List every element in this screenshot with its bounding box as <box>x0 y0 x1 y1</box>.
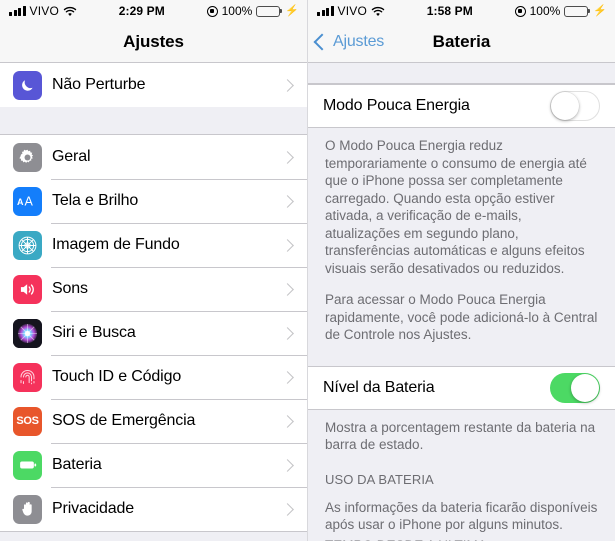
battery-percent-label: 100% <box>529 4 561 18</box>
chevron-right-icon <box>281 370 294 384</box>
battery-icon <box>564 5 589 17</box>
battery-level-description: Mostra a porcentagem restante da bateria… <box>308 409 615 454</box>
sidebar-item-label: Sons <box>52 280 88 297</box>
sidebar-item-battery[interactable]: Bateria <box>0 443 307 487</box>
carrier-label: VIVO <box>337 4 367 18</box>
clock-label: 1:58 PM <box>426 4 473 18</box>
battery-level-row[interactable]: Nível da Bateria <box>308 365 615 410</box>
status-bar-left-group: VIVO <box>317 4 385 18</box>
status-bar-right-group: 100% ⚡ <box>206 4 299 18</box>
sos-icon-label: SOS <box>16 415 39 427</box>
low-power-mode-description-2: Para acessar o Modo Pouca Energia rapida… <box>308 277 615 344</box>
nav-bar-settings: Ajustes <box>0 22 307 63</box>
wallpaper-icon <box>13 230 42 260</box>
sidebar-item-touch-id-passcode[interactable]: Touch ID e Código <box>0 355 307 399</box>
sidebar-item-label: Privacidade <box>52 500 134 517</box>
low-power-mode-label: Modo Pouca Energia <box>323 97 470 114</box>
back-button-label: Ajustes <box>333 33 385 50</box>
sidebar-item-sounds[interactable]: Sons <box>0 267 307 311</box>
carrier-label: VIVO <box>29 4 59 18</box>
settings-group-1: Não Perturbe <box>0 63 307 107</box>
dual-screenshot-container: VIVO 2:29 PM 100% ⚡ Ajustes Não Perturbe… <box>0 0 615 541</box>
status-bar-right-group: 100% ⚡ <box>514 4 607 18</box>
lightning-bolt-icon: ⚡ <box>593 4 607 17</box>
sidebar-item-general[interactable]: Geral <box>0 135 307 179</box>
low-power-mode-toggle[interactable] <box>550 91 600 121</box>
battery-icon <box>256 5 281 17</box>
bottom-gap <box>0 531 307 541</box>
chevron-right-icon <box>281 150 294 164</box>
sidebar-item-label: Tela e Brilho <box>52 192 139 209</box>
chevron-right-icon <box>281 194 294 208</box>
back-button[interactable]: Ajustes <box>313 33 385 51</box>
status-bar-left-group: VIVO <box>9 4 77 18</box>
moon-icon <box>13 70 42 100</box>
battery-percent-label: 100% <box>221 4 253 18</box>
sidebar-item-display-brightness[interactable]: A A Tela e Brilho <box>0 179 307 223</box>
gear-icon <box>13 142 42 172</box>
sos-icon: SOS <box>13 406 42 436</box>
battery-icon <box>13 450 42 480</box>
lightning-bolt-icon: ⚡ <box>285 4 299 17</box>
chevron-right-icon <box>281 326 294 340</box>
sidebar-item-label: Bateria <box>52 456 102 473</box>
chevron-right-icon <box>281 282 294 296</box>
clock-label: 2:29 PM <box>118 4 165 18</box>
nav-bar-battery: Ajustes Bateria <box>308 22 615 63</box>
chevron-left-icon <box>313 33 331 51</box>
battery-usage-description: As informações da bateria ficarão dispon… <box>308 491 615 534</box>
sidebar-item-emergency-sos[interactable]: SOS SOS de Emergência <box>0 399 307 443</box>
svg-text:A: A <box>24 195 33 209</box>
settings-group-2: Geral A A Tela e Brilho Imagem de Fundo … <box>0 135 307 531</box>
low-power-mode-row[interactable]: Modo Pouca Energia <box>308 84 615 128</box>
signal-bars-icon <box>317 6 334 16</box>
battery-settings-pane: Modo Pouca Energia O Modo Pouca Energia … <box>308 63 615 541</box>
battery-usage-header: USO DA BATERIA <box>308 453 615 492</box>
rotation-lock-icon <box>514 5 526 17</box>
status-bar-left: VIVO 2:29 PM 100% ⚡ <box>0 0 307 22</box>
signal-bars-icon <box>9 6 26 16</box>
time-since-charge-line-1: TEMPO DESDE A ULTIMA <box>308 533 615 541</box>
status-bar-right: VIVO 1:58 PM 100% ⚡ <box>308 0 615 22</box>
sidebar-item-label: Touch ID e Código <box>52 368 182 385</box>
section-gap <box>0 107 307 135</box>
sidebar-item-label: Geral <box>52 148 91 165</box>
settings-screen: VIVO 2:29 PM 100% ⚡ Ajustes Não Perturbe… <box>0 0 307 541</box>
top-gap <box>308 63 615 84</box>
chevron-right-icon <box>281 502 294 516</box>
section-gap <box>308 343 615 366</box>
sidebar-item-do-not-disturb[interactable]: Não Perturbe <box>0 63 307 107</box>
battery-level-label: Nível da Bateria <box>323 378 435 396</box>
sidebar-item-label: Imagem de Fundo <box>52 236 180 253</box>
rotation-lock-icon <box>206 5 218 17</box>
chevron-right-icon <box>281 414 294 428</box>
aa-icon: A A <box>13 186 42 216</box>
wifi-icon <box>63 6 77 16</box>
svg-text:A: A <box>17 197 24 207</box>
chevron-right-icon <box>281 238 294 252</box>
sidebar-item-siri-search[interactable]: Siri e Busca <box>0 311 307 355</box>
chevron-right-icon <box>281 78 294 92</box>
hand-icon <box>13 494 42 524</box>
battery-screen: VIVO 1:58 PM 100% ⚡ Ajustes Bateria Modo… <box>307 0 615 541</box>
sidebar-item-label: Não Perturbe <box>52 76 146 93</box>
sidebar-item-privacy[interactable]: Privacidade <box>0 487 307 531</box>
battery-level-toggle[interactable] <box>550 372 600 403</box>
wifi-icon <box>371 6 385 16</box>
sidebar-item-wallpaper[interactable]: Imagem de Fundo <box>0 223 307 267</box>
chevron-right-icon <box>281 458 294 472</box>
siri-icon <box>13 318 42 348</box>
sidebar-item-label: Siri e Busca <box>52 324 136 341</box>
sidebar-item-label: SOS de Emergência <box>52 412 196 429</box>
page-title: Ajustes <box>123 32 184 51</box>
speaker-icon <box>13 274 42 304</box>
low-power-mode-description: O Modo Pouca Energia reduz temporariamen… <box>308 128 615 277</box>
fingerprint-icon <box>13 362 42 392</box>
